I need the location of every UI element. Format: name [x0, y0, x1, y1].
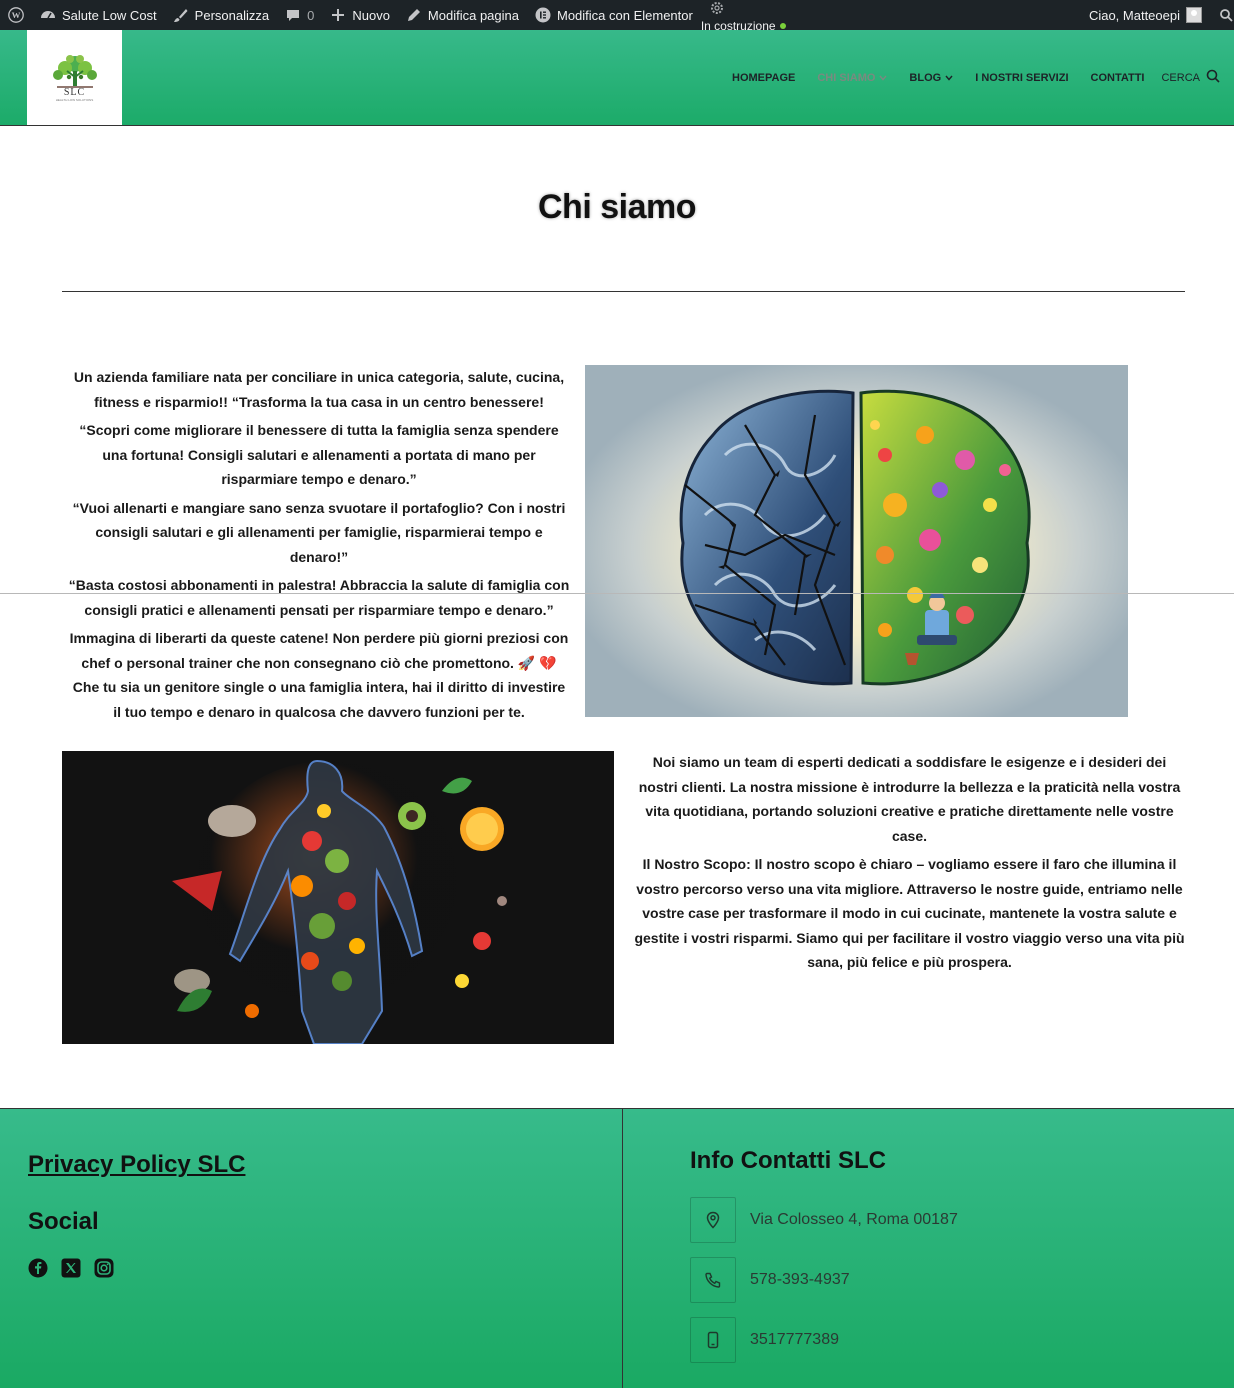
edit-page-label: Modifica pagina	[427, 7, 519, 23]
site-header: SLC HEALTH LOW SOLUTIONS HOMEPAGE CHI SIA…	[0, 30, 1234, 126]
comments-count: 0	[307, 7, 315, 23]
paragraph: “Basta costosi abbonamenti in palestra! …	[68, 577, 570, 618]
paragraph: “Scopri come migliorare il benessere di …	[79, 422, 559, 487]
social-icons	[28, 1258, 114, 1278]
privacy-policy-link[interactable]: Privacy Policy SLC	[28, 1151, 245, 1179]
social-heading: Social	[28, 1208, 99, 1235]
phone-text: 578-393-4937	[750, 1271, 850, 1288]
address-text: Via Colosseo 4, Roma 00187	[750, 1211, 958, 1228]
nav-item-label: CONTATTI	[1090, 71, 1145, 84]
logo-text: SLC	[63, 87, 86, 98]
chevron-down-icon	[879, 73, 887, 83]
edit-elementor-button[interactable]: Modifica con Elementor	[527, 0, 701, 30]
site-name-label: Salute Low Cost	[62, 7, 157, 23]
pencil-icon	[406, 7, 422, 23]
dashboard-icon	[40, 7, 56, 23]
site-name-button[interactable]: Salute Low Cost	[32, 0, 165, 30]
user-account-button[interactable]: Ciao, Matteoepi	[1081, 0, 1210, 30]
new-label: Nuovo	[352, 7, 390, 23]
nav-item-chi-siamo[interactable]: CHI SIAMO	[806, 72, 898, 84]
svg-text:W: W	[12, 10, 21, 20]
nav-item-contatti[interactable]: CONTATTI	[1080, 72, 1156, 84]
new-content-button[interactable]: Nuovo	[322, 0, 398, 30]
site-footer: Privacy Policy SLC Social Info Contatti …	[0, 1108, 1234, 1388]
nav-item-label: HOMEPAGE	[732, 71, 796, 84]
nav-item-label: BLOG	[909, 71, 942, 84]
chevron-down-icon	[945, 73, 953, 83]
contact-heading: Info Contatti SLC	[690, 1147, 886, 1174]
search-icon	[1206, 69, 1220, 86]
paragraph: Noi siamo un team di esperti dedicati a …	[638, 754, 1181, 844]
nav-item-homepage[interactable]: HOMEPAGE	[721, 72, 806, 84]
customize-button[interactable]: Personalizza	[165, 0, 277, 30]
facebook-icon[interactable]	[28, 1258, 48, 1278]
nav-item-i-nostri-servizi[interactable]: I NOSTRI SERVIZI	[964, 72, 1079, 84]
header-search-button[interactable]: CERCA	[1155, 69, 1220, 86]
main-navigation: HOMEPAGE CHI SIAMO BLOG I NOSTRI SERVIZI CON…	[721, 30, 1220, 125]
x-twitter-icon[interactable]	[61, 1258, 81, 1278]
intro-text-block: Un azienda familiare nata per conciliare…	[68, 365, 570, 728]
title-divider	[62, 291, 1185, 292]
contact-mobile: 3517777389	[690, 1317, 839, 1363]
brain-illustration-image	[585, 365, 1128, 717]
search-label: CERCA	[1161, 71, 1200, 84]
logo-subtext: HEALTH LOW SOLUTIONS	[55, 98, 94, 102]
greeting-label: Ciao, Matteoepi	[1088, 7, 1180, 23]
paragraph: Un azienda familiare nata per conciliare…	[73, 369, 565, 410]
wordpress-icon: W	[8, 7, 24, 23]
comment-icon	[285, 7, 301, 23]
instagram-icon[interactable]	[94, 1258, 114, 1278]
customize-label: Personalizza	[194, 7, 270, 23]
search-icon	[1218, 7, 1234, 23]
location-pin-icon	[690, 1197, 736, 1243]
nav-item-label: CHI SIAMO	[817, 71, 876, 84]
plus-icon	[330, 7, 346, 23]
comments-button[interactable]: 0	[277, 0, 322, 30]
tree-logo-icon	[52, 55, 97, 88]
mobile-text: 3517777389	[750, 1331, 839, 1348]
status-dot	[779, 23, 786, 29]
wordpress-logo-button[interactable]: W	[0, 0, 32, 30]
paragraph: Immagina di liberarti da queste catene! …	[69, 630, 569, 720]
elementor-icon	[535, 7, 551, 23]
admin-bar: W Salute Low Cost Personalizza 0 Nuovo M…	[0, 0, 1234, 33]
site-logo[interactable]: SLC HEALTH LOW SOLUTIONS	[27, 30, 122, 125]
contact-phone: 578-393-4937	[690, 1257, 850, 1303]
mobile-icon	[690, 1317, 736, 1363]
mission-text-block: Noi siamo un team di esperti dedicati a …	[632, 750, 1187, 979]
page-title: Chi siamo	[538, 188, 696, 226]
phone-icon	[690, 1257, 736, 1303]
paragraph: “Vuoi allenarti e mangiare sano senza sv…	[72, 499, 566, 565]
paragraph: Il Nostro Scopo: Il nostro scopo è chiar…	[634, 856, 1185, 970]
gear-icon	[709, 0, 725, 19]
body-nutrition-image	[62, 751, 614, 1044]
admin-search-button[interactable]	[1210, 0, 1234, 30]
brush-icon	[173, 7, 189, 23]
nav-item-label: I NOSTRI SERVIZI	[975, 71, 1069, 84]
page-guide-line	[0, 593, 1234, 594]
avatar	[1186, 7, 1202, 23]
maintenance-status[interactable]: In costruzione	[701, 0, 786, 33]
footer-divider	[622, 1109, 623, 1388]
nav-item-blog[interactable]: BLOG	[898, 72, 964, 84]
edit-page-button[interactable]: Modifica pagina	[398, 0, 527, 30]
contact-address: Via Colosseo 4, Roma 00187	[690, 1197, 958, 1243]
edit-elementor-label: Modifica con Elementor	[556, 7, 693, 23]
